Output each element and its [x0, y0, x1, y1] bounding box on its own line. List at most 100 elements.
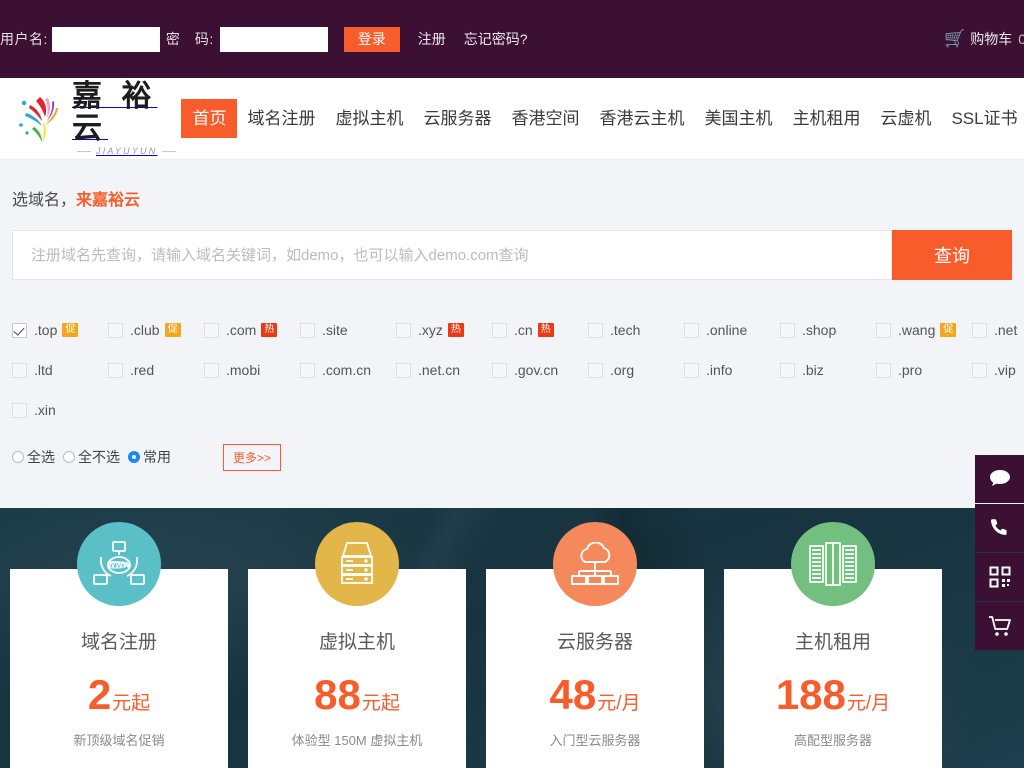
tld-label: .vip	[994, 362, 1016, 378]
tld-label: .tech	[610, 322, 641, 338]
product-card[interactable]: 主机租用 188元/月 高配型服务器	[724, 522, 942, 768]
tld-option-top[interactable]: .top 促	[12, 322, 108, 338]
tld-option-xyz[interactable]: .xyz 热	[396, 322, 492, 338]
register-link[interactable]: 注册	[418, 29, 446, 49]
tld-option-mobi[interactable]: .mobi	[204, 362, 300, 378]
nav-item-8[interactable]: 云虚机	[870, 100, 941, 138]
tld-option-ltd[interactable]: .ltd	[12, 362, 108, 378]
username-input[interactable]	[51, 26, 160, 52]
more-tlds-button[interactable]: 更多>>	[223, 443, 282, 471]
logo-text-block: 嘉 裕 云 JIAYUYUN	[72, 81, 181, 156]
tld-label: .wang	[898, 322, 936, 338]
nav-item-3[interactable]: 云服务器	[413, 100, 501, 138]
tld-checkbox[interactable]	[12, 362, 27, 378]
tld-checkbox[interactable]	[780, 322, 795, 338]
tld-option-wang[interactable]: .wang 促	[876, 322, 972, 338]
section-title-plain: 选域名，	[12, 192, 77, 209]
site-logo[interactable]: 嘉 裕 云 JIAYUYUN	[0, 81, 181, 156]
cloud-server-network-icon	[553, 522, 637, 606]
radio-option-2[interactable]: 常用	[128, 447, 171, 467]
tld-checkbox[interactable]	[300, 322, 315, 338]
tld-checkbox[interactable]	[684, 322, 699, 338]
product-card[interactable]: 云服务器 48元/月 入门型云服务器	[486, 522, 704, 768]
nav-item-0[interactable]: 首页	[181, 98, 238, 139]
product-card-desc: 体验型 150M 虚拟主机	[291, 733, 423, 748]
radio-button[interactable]	[128, 451, 140, 463]
radio-option-0[interactable]: 全选	[12, 447, 55, 467]
main-navigation: 首页 域名注册 虚拟主机 云服务器 香港空间 香港云主机 美国主机 主机租用 云虚机 SSL证书	[181, 78, 1024, 159]
login-button[interactable]: 登录	[343, 26, 400, 52]
tld-checkbox[interactable]	[588, 322, 603, 338]
tld-checkbox[interactable]	[12, 402, 27, 418]
tld-checkbox[interactable]	[684, 362, 699, 378]
tld-badge: 热	[261, 322, 278, 338]
tld-option-biz[interactable]: .biz	[780, 362, 876, 378]
radio-button[interactable]	[63, 451, 75, 463]
tld-checkbox[interactable]	[780, 362, 795, 378]
tld-checkbox[interactable]	[492, 322, 507, 338]
phone-icon-button[interactable]	[975, 504, 1024, 552]
chat-bubble-icon-button[interactable]	[975, 455, 1024, 503]
nav-item-7[interactable]: 主机租用	[782, 100, 870, 138]
product-banner: WWW 域名注册 2元起 新顶级域名促销 虚拟主机 88元起 体验型 150M 虚拟主机 …	[0, 508, 1024, 768]
tld-checkbox[interactable]	[972, 322, 987, 338]
domain-search-button[interactable]: 查询	[892, 230, 1012, 280]
tld-label: .shop	[802, 322, 837, 338]
tld-checkbox[interactable]	[972, 362, 987, 378]
tld-option-net[interactable]: .net	[972, 322, 1024, 338]
tld-checkbox[interactable]	[492, 362, 507, 378]
tld-checkbox[interactable]	[876, 322, 891, 338]
tld-option-pro[interactable]: .pro	[876, 362, 972, 378]
tld-option-shop[interactable]: .shop	[780, 322, 876, 338]
tld-option-cn[interactable]: .cn 热	[492, 322, 588, 338]
tld-checkbox[interactable]	[108, 362, 123, 378]
tld-checkbox[interactable]	[204, 362, 219, 378]
product-card[interactable]: WWW 域名注册 2元起 新顶级域名促销	[10, 522, 228, 768]
tld-checkbox[interactable]	[108, 322, 123, 338]
nav-item-6[interactable]: 美国主机	[694, 100, 782, 138]
tld-checkbox[interactable]	[396, 362, 411, 378]
tld-checkbox[interactable]	[300, 362, 315, 378]
tld-checkbox[interactable]	[588, 362, 603, 378]
forgot-password-link[interactable]: 忘记密码?	[464, 29, 528, 49]
tld-checkbox[interactable]	[396, 322, 411, 338]
selection-radio-group: 全选 全不选 常用	[12, 447, 179, 467]
tld-label: .mobi	[226, 362, 261, 378]
nav-item-1[interactable]: 域名注册	[237, 100, 325, 138]
tld-row-3: .xin	[12, 390, 1012, 430]
radio-button[interactable]	[12, 451, 24, 463]
product-card[interactable]: 虚拟主机 88元起体验型 150M 虚拟主机	[248, 522, 466, 768]
product-price-number: 2	[87, 671, 112, 718]
nav-item-9[interactable]: SSL证书	[941, 100, 1024, 138]
radio-option-1[interactable]: 全不选	[63, 447, 120, 467]
tld-option-netcn[interactable]: .net.cn	[396, 362, 492, 378]
cart-widget[interactable]: 🛒 购物车 0件	[944, 29, 1024, 49]
tld-option-com[interactable]: .com 热	[204, 322, 300, 338]
tld-checkbox[interactable]	[876, 362, 891, 378]
tld-option-vip[interactable]: .vip	[972, 362, 1024, 378]
tld-label: .cn	[514, 322, 533, 338]
product-card-title: 虚拟主机	[318, 632, 395, 653]
tld-option-xin[interactable]: .xin	[12, 402, 108, 418]
tld-option-club[interactable]: .club 促	[108, 322, 204, 338]
cart-icon-button[interactable]	[975, 602, 1024, 650]
tld-checkbox[interactable]	[204, 322, 219, 338]
section-title-highlight: 来嘉裕云	[76, 192, 141, 209]
logo-ribbon-icon	[14, 91, 66, 147]
nav-item-4[interactable]: 香港空间	[501, 100, 589, 138]
tld-option-red[interactable]: .red	[108, 362, 204, 378]
tld-option-info[interactable]: .info	[684, 362, 780, 378]
nav-item-2[interactable]: 虚拟主机	[325, 100, 413, 138]
product-card-price: 88元起	[248, 674, 466, 716]
domain-search-input[interactable]	[12, 230, 892, 280]
tld-option-org[interactable]: .org	[588, 362, 684, 378]
tld-checkbox[interactable]	[12, 322, 27, 338]
qr-code-icon-button[interactable]	[975, 553, 1024, 601]
nav-item-5[interactable]: 香港云主机	[589, 100, 694, 138]
tld-option-online[interactable]: .online	[684, 322, 780, 338]
tld-option-govcn[interactable]: .gov.cn	[492, 362, 588, 378]
tld-option-comcn[interactable]: .com.cn	[300, 362, 396, 378]
password-input[interactable]	[219, 26, 328, 52]
tld-option-tech[interactable]: .tech	[588, 322, 684, 338]
tld-option-site[interactable]: .site	[300, 322, 396, 338]
